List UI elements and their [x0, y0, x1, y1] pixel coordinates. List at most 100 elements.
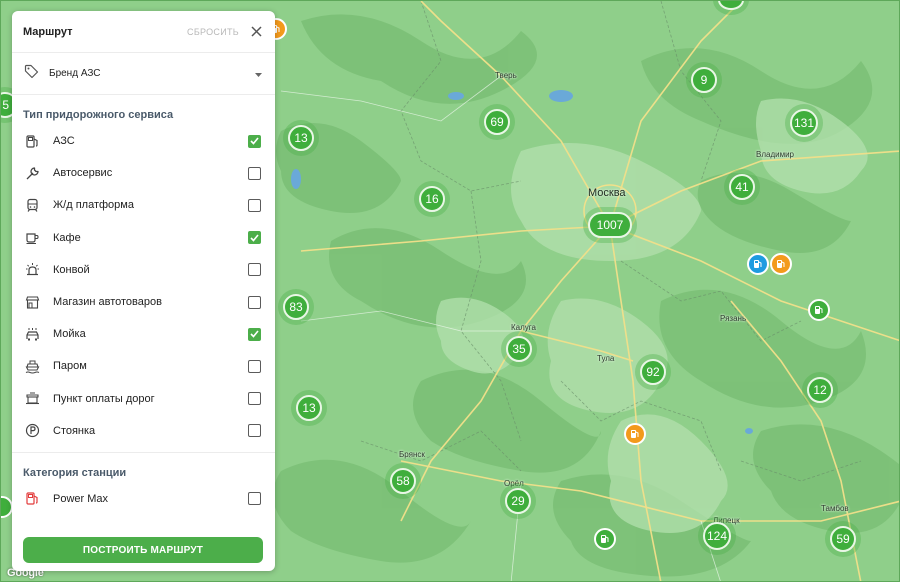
city-bryansk-label: Брянск — [399, 450, 425, 459]
car-wash-icon — [24, 326, 40, 342]
reset-button[interactable]: СБРОСИТЬ — [187, 27, 239, 37]
station-cluster[interactable]: 9 — [686, 62, 722, 98]
station-cluster[interactable]: 12 — [802, 372, 838, 408]
gas-station-pin[interactable] — [594, 528, 616, 550]
service-option-convoy[interactable]: Конвой — [12, 254, 275, 286]
cluster-count: 83 — [283, 294, 309, 320]
service-checkbox[interactable] — [248, 295, 261, 309]
service-option-parking[interactable]: Стоянка — [12, 415, 275, 447]
city-tambov-label: Тамбов — [821, 504, 849, 513]
brand-select-label: Бренд АЗС — [49, 68, 101, 79]
service-option-label: Конвой — [53, 263, 90, 276]
build-route-button[interactable]: ПОСТРОИТЬ МАРШРУТ — [23, 537, 263, 563]
station-cluster[interactable]: 35 — [501, 331, 537, 367]
tag-icon — [24, 64, 39, 84]
station-cluster[interactable]: 92 — [635, 354, 671, 390]
station-cluster[interactable]: 59 — [825, 521, 861, 557]
cluster-count: 9 — [691, 67, 717, 93]
service-option-cafe[interactable]: Кафе — [12, 222, 275, 254]
cluster-count: 69 — [484, 109, 510, 135]
chevron-down-icon — [254, 65, 263, 83]
city-moscow-label: Москва — [588, 187, 626, 199]
city-vladimir-label: Владимир — [756, 150, 795, 159]
service-checkbox[interactable] — [248, 166, 261, 180]
fuel-pump-icon — [815, 306, 823, 314]
service-option-ferry[interactable]: Паром — [12, 350, 275, 382]
station-cluster[interactable]: 13 — [291, 390, 327, 426]
service-option-label: Стоянка — [53, 424, 96, 437]
station-cluster[interactable]: 83 — [278, 289, 314, 325]
service-option-label: Мойка — [53, 328, 86, 341]
category-checkbox[interactable] — [248, 492, 261, 506]
city-ryazan-label: Рязань — [720, 314, 747, 323]
station-cluster[interactable]: 41 — [724, 169, 760, 205]
panel-title: Маршрут — [23, 25, 73, 38]
train-icon — [24, 197, 40, 213]
close-icon[interactable] — [249, 25, 263, 39]
service-option-label: Паром — [53, 360, 87, 373]
service-checkbox[interactable] — [248, 263, 261, 277]
service-option-label: Автосервис — [53, 167, 113, 180]
cluster-count: 41 — [729, 174, 755, 200]
service-option-label: Магазин автотоваров — [53, 296, 162, 309]
service-option-car-service[interactable]: Автосервис — [12, 157, 275, 189]
service-checkbox[interactable] — [248, 198, 261, 212]
service-checkbox[interactable] — [248, 134, 261, 148]
service-option-gas-station[interactable]: АЗС — [12, 125, 275, 157]
cluster-count — [718, 1, 744, 10]
fuel-pump-icon — [601, 535, 609, 543]
route-panel: Маршрут СБРОСИТЬ Бренд АЗС Тип придорожн… — [12, 11, 275, 571]
fuel-pump-icon — [754, 260, 762, 268]
cluster-count: 92 — [640, 359, 666, 385]
station-cluster[interactable]: 29 — [500, 483, 536, 519]
service-checkbox[interactable] — [248, 231, 261, 245]
station-cluster[interactable]: 124 — [698, 517, 736, 555]
station-cluster[interactable]: 69 — [479, 104, 515, 140]
station-category-heading: Категория станции — [23, 466, 127, 479]
gas-station-pin[interactable] — [770, 253, 792, 275]
fuel-pump-icon — [631, 430, 639, 438]
service-option-car-wash[interactable]: Мойка — [12, 318, 275, 350]
category-option-label: Power Max — [53, 492, 109, 505]
store-icon — [24, 294, 40, 310]
ferry-icon — [24, 358, 40, 374]
cluster-count: 12 — [807, 377, 833, 403]
station-cluster[interactable]: 1007 — [583, 207, 637, 243]
category-option-power-max[interactable]: Power Max — [12, 483, 275, 515]
city-tula-label: Тула — [597, 354, 615, 363]
city-tver-label: Тверь — [495, 71, 517, 80]
cluster-count: 124 — [703, 522, 731, 550]
cluster-count: 59 — [830, 526, 856, 552]
cluster-count: 13 — [296, 395, 322, 421]
service-option-railway[interactable]: Ж/д платформа — [12, 189, 275, 221]
station-cluster[interactable]: 13 — [283, 120, 319, 156]
cluster-count: 35 — [506, 336, 532, 362]
station-cluster[interactable]: 58 — [385, 463, 421, 499]
service-checkbox[interactable] — [248, 424, 261, 438]
cluster-count: 16 — [419, 186, 445, 212]
service-checkbox[interactable] — [248, 359, 261, 373]
station-cluster[interactable]: 16 — [414, 181, 450, 217]
service-type-heading: Тип придорожного сервиса — [23, 109, 174, 121]
station-cluster[interactable]: 131 — [785, 104, 823, 142]
gas-station-pin[interactable] — [808, 299, 830, 321]
coffee-cup-icon — [24, 230, 40, 246]
gas-station-icon — [24, 133, 40, 149]
service-checkbox[interactable] — [248, 392, 261, 406]
service-option-label: Пункт оплаты дорог — [53, 392, 155, 405]
gas-station-pin[interactable] — [624, 423, 646, 445]
wrench-icon — [24, 165, 40, 181]
cluster-count: 58 — [390, 468, 416, 494]
service-option-toll[interactable]: Пункт оплаты дорог — [12, 383, 275, 415]
service-option-label: Кафе — [53, 231, 81, 244]
brand-select[interactable]: Бренд АЗС — [12, 53, 275, 95]
cluster-count: 131 — [790, 109, 818, 137]
service-checkbox[interactable] — [248, 327, 261, 341]
parking-icon — [24, 423, 40, 439]
cluster-count: 29 — [505, 488, 531, 514]
power-max-fuel-icon — [24, 491, 40, 507]
panel-header: Маршрут СБРОСИТЬ — [12, 11, 275, 53]
beacon-light-icon — [24, 262, 40, 278]
service-option-auto-store[interactable]: Магазин автотоваров — [12, 286, 275, 318]
gas-station-pin[interactable] — [747, 253, 769, 275]
